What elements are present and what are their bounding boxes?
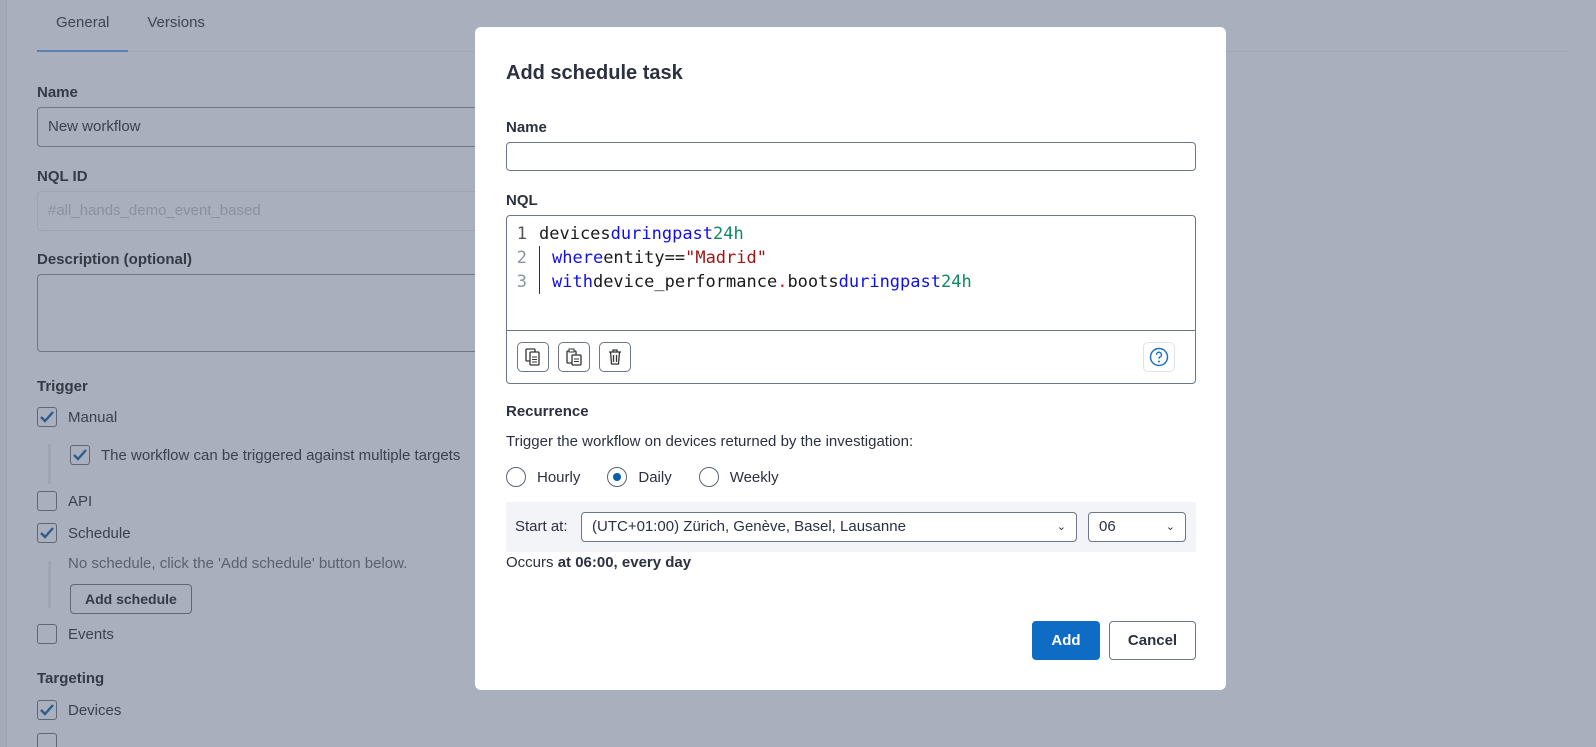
- copy-button[interactable]: [517, 342, 549, 372]
- recurrence-description: Trigger the workflow on devices returned…: [506, 433, 914, 450]
- timezone-select[interactable]: (UTC+01:00) Zürich, Genève, Basel, Lausa…: [581, 512, 1077, 542]
- tab-general[interactable]: General: [37, 0, 129, 52]
- events-checkbox[interactable]: Events: [37, 624, 114, 644]
- checkbox-checked-icon: [37, 407, 57, 427]
- code-area[interactable]: 1 devices during past 24h 2 where entity =…: [507, 216, 1195, 294]
- devices-checkbox[interactable]: Devices: [37, 700, 121, 720]
- trash-icon: [609, 349, 621, 365]
- manual-checkbox[interactable]: Manual: [37, 407, 117, 427]
- nql-editor[interactable]: 1 devices during past 24h 2 where entity =…: [506, 215, 1196, 384]
- editor-toolbar: [507, 330, 1195, 384]
- token: during: [838, 272, 901, 292]
- line-number: 2: [516, 248, 527, 268]
- tab-versions[interactable]: Versions: [128, 0, 224, 52]
- dialog-title: Add schedule task: [506, 62, 683, 84]
- indent-line: [48, 561, 51, 608]
- recurrence-options: Hourly Daily Weekly: [506, 467, 806, 487]
- code-line: 3 with device_performance. boots during pa…: [507, 270, 1195, 294]
- radio-empty-icon: [698, 467, 719, 487]
- nql-id-label: NQL ID: [37, 168, 88, 185]
- checkbox-checked-icon: [37, 523, 57, 543]
- checkbox-checked-icon: [70, 445, 90, 465]
- multi-targets-checkbox[interactable]: The workflow can be triggered against mu…: [70, 445, 460, 465]
- checkbox-empty-icon: [37, 733, 57, 747]
- token: boots: [787, 272, 839, 292]
- hour-select[interactable]: 06 ⌄: [1088, 512, 1186, 542]
- schedule-checkbox[interactable]: Schedule: [37, 523, 131, 543]
- copy-icon: [525, 348, 540, 366]
- token: past: [900, 272, 941, 292]
- add-schedule-button[interactable]: Add schedule: [70, 584, 192, 614]
- checkbox-empty-icon: [37, 624, 57, 644]
- radio-hourly[interactable]: Hourly: [506, 467, 580, 487]
- occurs-value: at 06:00, every day: [557, 554, 692, 571]
- occurs-summary: Occurs at 06:00, every day: [506, 554, 691, 571]
- multi-targets-label: The workflow can be triggered against mu…: [101, 446, 461, 464]
- nql-label: NQL: [506, 192, 538, 209]
- token: with: [552, 272, 593, 292]
- schedule-label: Schedule: [68, 524, 131, 542]
- sidebar-edge: [0, 0, 7, 747]
- clear-button[interactable]: [599, 342, 631, 372]
- start-at-bar: Start at: (UTC+01:00) Zürich, Genève, Ba…: [506, 502, 1196, 552]
- pipe-marker: [539, 246, 540, 270]
- occurs-prefix: Occurs: [506, 554, 554, 571]
- trigger-label: Trigger: [37, 378, 88, 395]
- chevron-down-icon: ⌄: [1056, 521, 1066, 533]
- manual-label: Manual: [68, 408, 118, 426]
- radio-empty-icon: [506, 467, 526, 487]
- token: device_performance: [592, 272, 778, 292]
- radio-label: Daily: [638, 468, 672, 486]
- devices-label: Devices: [68, 701, 122, 719]
- code-line: 2 where entity == "Madrid": [507, 246, 1195, 270]
- token: past: [672, 224, 714, 244]
- paste-button[interactable]: [558, 342, 590, 372]
- api-checkbox[interactable]: API: [37, 491, 92, 511]
- no-schedule-text: No schedule, click the 'Add schedule' bu…: [68, 555, 408, 572]
- checkbox-checked-icon: [37, 700, 57, 720]
- name-input[interactable]: New workflow: [37, 107, 497, 147]
- nql-id-input: #all_hands_demo_event_based: [37, 191, 497, 231]
- token: 24h: [941, 272, 972, 292]
- targeting-label: Targeting: [37, 670, 105, 687]
- add-schedule-dialog: Add schedule task Name NQL 1 devices duri…: [475, 27, 1226, 690]
- radio-label: Weekly: [729, 468, 779, 486]
- code-line: 1 devices during past 24h: [507, 222, 1195, 246]
- add-button[interactable]: Add: [1032, 621, 1100, 660]
- help-circle-icon: [1149, 347, 1169, 367]
- api-label: API: [68, 492, 93, 510]
- radio-selected-icon: [607, 467, 628, 487]
- description-label: Description (optional): [37, 251, 192, 268]
- recurrence-label: Recurrence: [506, 403, 589, 420]
- token: where: [552, 248, 604, 268]
- token: 24h: [713, 224, 744, 244]
- token: during: [610, 224, 673, 244]
- radio-label: Hourly: [537, 468, 581, 486]
- token: ==: [664, 248, 686, 268]
- description-textarea[interactable]: [37, 274, 497, 352]
- events-label: Events: [68, 625, 114, 643]
- name-label: Name: [506, 119, 547, 136]
- token: .: [777, 272, 788, 292]
- checkbox-empty-icon: [37, 491, 57, 511]
- partial-checkbox[interactable]: [37, 733, 68, 747]
- cancel-button[interactable]: Cancel: [1109, 621, 1196, 660]
- chevron-down-icon: ⌄: [1165, 521, 1175, 533]
- name-label: Name: [37, 84, 78, 101]
- pipe-marker: [539, 270, 540, 294]
- timezone-value: (UTC+01:00) Zürich, Genève, Basel, Lausa…: [592, 518, 906, 535]
- paste-icon: [566, 348, 582, 366]
- indent-line: [48, 444, 51, 484]
- radio-weekly[interactable]: Weekly: [698, 467, 779, 487]
- token: entity: [603, 248, 665, 268]
- start-at-label: Start at:: [515, 518, 568, 535]
- task-name-input[interactable]: [506, 142, 1196, 171]
- line-number: 3: [516, 272, 527, 292]
- hour-value: 06: [1099, 518, 1116, 535]
- help-button[interactable]: [1143, 342, 1175, 372]
- line-number: 1: [516, 224, 527, 244]
- token: "Madrid": [685, 248, 767, 268]
- token: devices: [539, 224, 611, 244]
- radio-daily[interactable]: Daily: [607, 467, 672, 487]
